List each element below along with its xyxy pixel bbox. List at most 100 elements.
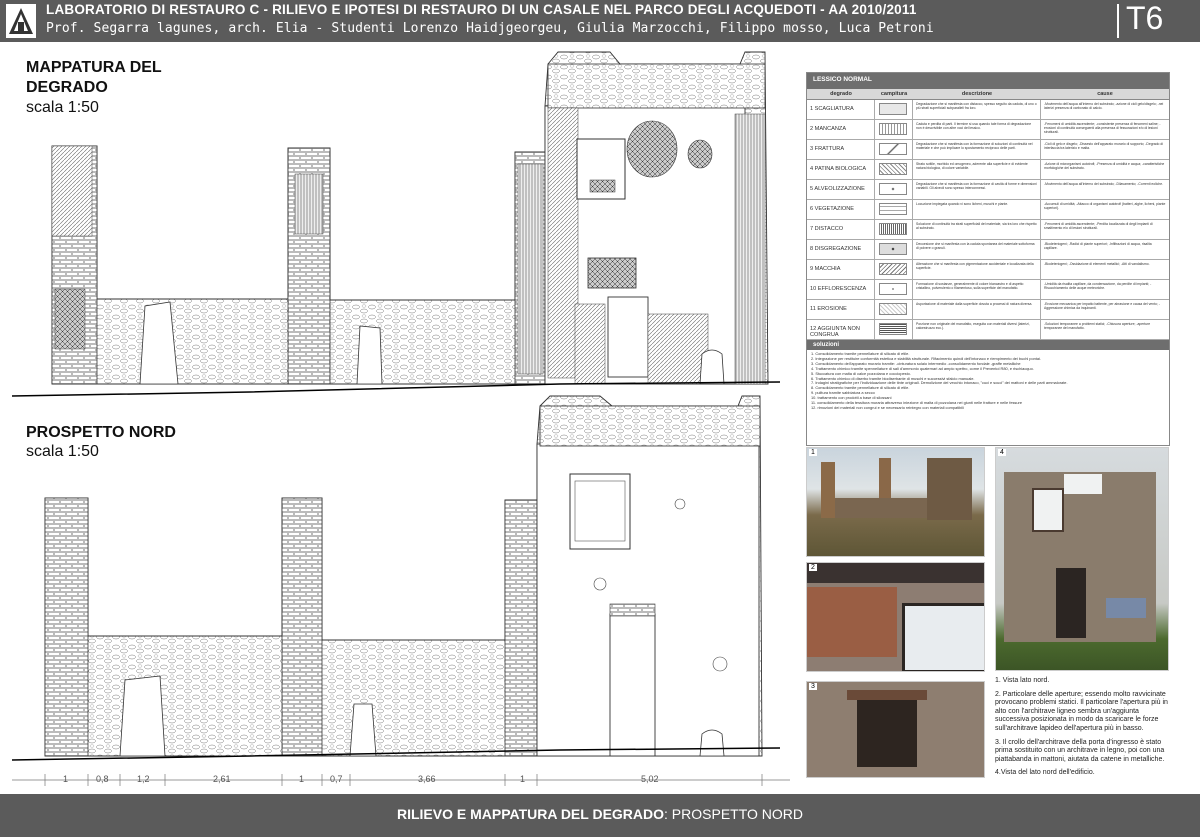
legend-row: 8 DISGREGAZIONE Decoesione che si manifes… xyxy=(807,240,1169,260)
legend-degrado-label: 12 AGGIUNTA NON CONGRUA xyxy=(807,320,875,339)
legend-description: Degradazione che si manifesta con la for… xyxy=(913,180,1041,199)
legend-swatch xyxy=(875,320,913,339)
photo-number: 4 xyxy=(998,449,1006,456)
footer-title: RILIEVO E MAPPATURA DEL DEGRADO: PROSPET… xyxy=(0,806,1200,822)
legend-description: Degradazione che si manifesta con distac… xyxy=(913,100,1041,119)
legend-swatch xyxy=(875,260,913,279)
dimension-label: 5,02 xyxy=(641,774,659,784)
legend-row: 1 SCAGLIATURA Degradazione che si manifes… xyxy=(807,100,1169,120)
legend-row: 5 ALVEOLIZZAZIONE Degradazione che si man… xyxy=(807,180,1169,200)
legend-causes: -Umidità da risalita capillare, da conde… xyxy=(1044,282,1152,290)
legend-description: Alterazione che si manifesta con pigment… xyxy=(913,260,1041,279)
dimension-label: 2,61 xyxy=(213,774,231,784)
legend-row: 7 DISTACCO Soluzione di continuità tra st… xyxy=(807,220,1169,240)
hatch-swatch-icon xyxy=(879,283,907,295)
legend-swatch xyxy=(875,280,913,299)
hatch-swatch-icon xyxy=(879,183,907,195)
legend-description: Soluzione di continuità tra strati super… xyxy=(913,220,1041,239)
legend-rows: 1 SCAGLIATURA Degradazione che si manifes… xyxy=(807,100,1169,340)
degradation-map-elevation xyxy=(11,51,781,397)
hatch-swatch-icon xyxy=(879,263,907,275)
photo-number: 3 xyxy=(809,683,817,690)
legend-description: Porzione non originale del manufatto, es… xyxy=(913,320,1041,339)
legend-causes: -Fenomeni di umidità ascendente; -Perdit… xyxy=(1044,222,1153,230)
footer-title-normal: : PROSPETTO NORD xyxy=(664,806,804,822)
legend-swatch xyxy=(875,140,913,159)
legend-degrado-label: 6 VEGETAZIONE xyxy=(807,200,875,219)
column-header: descrizione xyxy=(961,91,993,97)
hatch-swatch-icon xyxy=(879,323,907,335)
sheet-code: T6 xyxy=(1126,0,1164,36)
photo-number: 1 xyxy=(809,449,817,456)
legend-causes: -Erosione meccanica per impatto battente… xyxy=(1044,302,1160,310)
header-title: LABORATORIO DI RESTAURO C - RILIEVO E IP… xyxy=(46,2,917,17)
legend-column-headers: degrado campitura descrizione cause xyxy=(807,89,1169,100)
hatch-swatch-icon xyxy=(879,163,907,175)
column-header: degrado xyxy=(830,91,852,97)
legend-description: Caduta e perdita di parti. Il termine si… xyxy=(913,120,1041,139)
north-elevation-drawing xyxy=(11,395,790,786)
column-header: campitura xyxy=(880,91,908,97)
hatch-swatch-icon xyxy=(879,223,907,235)
legend-degrado-label: 3 FRATTURA xyxy=(807,140,875,159)
hatch-swatch-icon xyxy=(879,203,907,215)
legend-degrado-label: 8 DISGREGAZIONE xyxy=(807,240,875,259)
legend-swatch xyxy=(875,300,913,319)
dimension-label: 1 xyxy=(63,774,69,784)
legend-row: 12 AGGIUNTA NON CONGRUA Porzione non orig… xyxy=(807,320,1169,340)
legend-table: LESSICO NORMAL degrado campitura descriz… xyxy=(806,72,1170,446)
legend-degrado-label: 10 EFFLORESCENZA xyxy=(807,280,875,299)
legend-causes: -Azione di microrganismi autotrofi; -Pre… xyxy=(1044,162,1165,170)
legend-row: 11 EROSIONE Asportazione di materiale dal… xyxy=(807,300,1169,320)
photo-openings-detail: 2 xyxy=(806,562,985,672)
caption: 4.Vista del lato nord dell'edificio. xyxy=(995,769,1095,777)
legend-row: 3 FRATTURA Degradazione che si manifesta … xyxy=(807,140,1169,160)
header-subtitle: Prof. Segarra lagunes, arch. Elia - Stud… xyxy=(46,21,934,36)
legend-causes: -Soluzioni temporanee a problemi statici… xyxy=(1044,322,1151,330)
legend-swatch xyxy=(875,100,913,119)
legend-description: Decoesione che si manifesta con la cadut… xyxy=(913,240,1041,259)
legend-degrado-label: 9 MACCHIA xyxy=(807,260,875,279)
legend-causes: -Biodeteriogeni; -Ossidazione di element… xyxy=(1044,262,1150,266)
legend-description: Formazione di sostanze, generalmente di … xyxy=(913,280,1041,299)
dimension-label: 1 xyxy=(299,774,305,784)
legend-title: LESSICO NORMAL xyxy=(807,73,1169,89)
legend-swatch xyxy=(875,200,913,219)
photo-door-architrave: 3 xyxy=(806,681,985,778)
dimension-label: 1,2 xyxy=(137,774,150,784)
dimension-label: 0,8 xyxy=(96,774,109,784)
dimension-label: 1 xyxy=(520,774,526,784)
photo-north-side: 1 xyxy=(806,447,985,557)
solutions-list: 1. Consolidamento tramite pennellature d… xyxy=(807,350,1169,413)
elevation-drawings xyxy=(11,51,790,786)
legend-row: 2 MANCANZA Caduta e perdita di parti. Il … xyxy=(807,120,1169,140)
legend-swatch xyxy=(875,160,913,179)
legend-description: Asportazione di materiale dalla superfic… xyxy=(913,300,1041,319)
legend-degrado-label: 11 EROSIONE xyxy=(807,300,875,319)
legend-swatch xyxy=(875,240,913,259)
hatch-swatch-icon xyxy=(879,103,907,115)
caption: 2. Particolare delle aperture; essendo m… xyxy=(995,690,1168,732)
dimension-label: 3,66 xyxy=(418,774,436,784)
university-logo-icon xyxy=(6,4,36,38)
legend-causes: -Accumuli di umidità; -Attacco di organi… xyxy=(1044,202,1166,210)
dimension-label: 0,7 xyxy=(330,774,343,784)
caption: 3. Il crollo dell'architrave della porta… xyxy=(995,738,1165,763)
legend-swatch xyxy=(875,220,913,239)
legend-row: 6 VEGETAZIONE Locuzione impiegata quando … xyxy=(807,200,1169,220)
legend-degrado-label: 4 PATINA BIOLOGICA xyxy=(807,160,875,179)
photo-number: 2 xyxy=(809,564,817,571)
photo-north-facade: 4 xyxy=(995,447,1169,671)
solution-item: 12. rimozioni dei materiali non congrui … xyxy=(811,404,964,410)
hatch-swatch-icon xyxy=(879,243,907,255)
legend-row: 9 MACCHIA Alterazione che si manifesta co… xyxy=(807,260,1169,280)
caption: 1. Vista lato nord. xyxy=(995,677,1050,684)
legend-description: Strato sottile, morbido ed omogeneo, ade… xyxy=(913,160,1041,179)
legend-row: 10 EFFLORESCENZA Formazione di sostanze, … xyxy=(807,280,1169,300)
legend-swatch xyxy=(875,180,913,199)
footer-title-bold: RILIEVO E MAPPATURA DEL DEGRADO xyxy=(396,806,665,822)
hatch-swatch-icon xyxy=(879,143,907,155)
legend-degrado-label: 5 ALVEOLIZZAZIONE xyxy=(807,180,875,199)
legend-causes: -Biodeteriogeni; -Radici di piante super… xyxy=(1044,242,1152,250)
legend-description: Locuzione impiegata quando vi sono liche… xyxy=(913,200,1041,219)
